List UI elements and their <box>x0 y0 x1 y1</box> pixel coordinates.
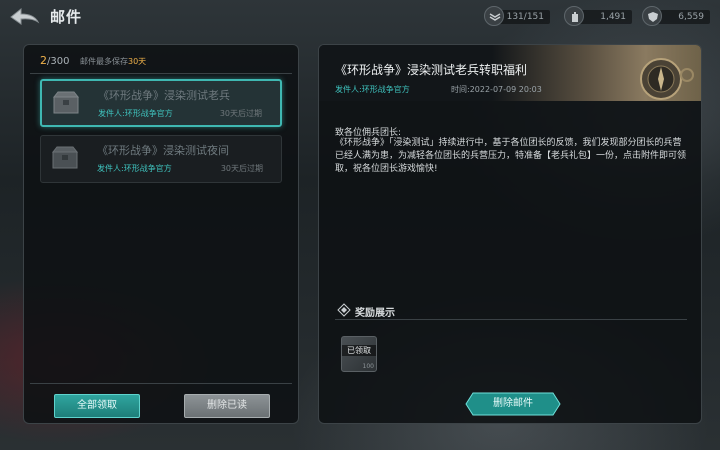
resource-shield-value: 6,559 <box>678 12 704 22</box>
mail-sender: 发件人:环形战争官方 <box>98 109 173 118</box>
back-button[interactable] <box>8 6 42 28</box>
delete-mail-label: 删除邮件 <box>493 398 533 409</box>
divider <box>30 383 292 384</box>
keep-prefix: 邮件最多保存 <box>80 57 128 66</box>
delete-read-button[interactable]: 删除已读 <box>184 394 270 418</box>
mail-detail-time: 时间:2022-07-09 20:03 <box>451 85 542 94</box>
rank-icon <box>484 6 504 26</box>
divider <box>30 73 292 74</box>
chest-icon <box>52 91 80 114</box>
mail-sender: 发件人:环形战争官方 <box>97 164 172 173</box>
resource-rank: 131/151 <box>484 6 550 26</box>
mail-expiry: 30天后过期 <box>220 164 263 173</box>
mail-detail-title: 《环形战争》浸染测试老兵转职福利 <box>335 63 528 77</box>
mail-body: 《环形战争》「浸染测试」持续进行中，基于各位团长的反馈，我们发现部分团长的兵营已… <box>335 138 687 174</box>
mail-list-panel: 2/300 邮件最多保存30天 《环形战争》浸染测试老兵 发件人:环形战争官方 … <box>23 44 299 424</box>
mail-keep-note: 邮件最多保存30天 <box>80 56 146 67</box>
shield-icon <box>642 6 662 26</box>
resource-rank-value: 131/151 <box>506 12 544 22</box>
resource-tower: 1,491 <box>564 6 632 26</box>
back-arrow-icon <box>10 7 40 25</box>
reward-quantity: 100 <box>362 363 374 370</box>
compass-icon <box>640 58 694 100</box>
mail-detail-panel: 《环形战争》浸染测试老兵转职福利 发件人:环形战争官方 时间:2022-07-0… <box>318 44 702 424</box>
resource-shield: 6,559 <box>642 6 710 26</box>
mail-count-total: /300 <box>47 56 70 67</box>
tower-icon <box>564 6 584 26</box>
mail-item-2[interactable]: 《环形战争》浸染测试夜间 发件人:环形战争官方 30天后过期 <box>40 135 282 183</box>
reward-item[interactable]: 已领取 100 <box>341 336 377 372</box>
claim-all-button[interactable]: 全部领取 <box>54 394 140 418</box>
diamond-icon <box>337 303 351 317</box>
mail-item-1[interactable]: 《环形战争》浸染测试老兵 发件人:环形战争官方 30天后过期 <box>40 79 282 127</box>
divider <box>335 319 687 320</box>
mail-expiry: 30天后过期 <box>219 109 262 118</box>
delete-mail-button[interactable]: 删除邮件 <box>465 392 561 416</box>
mail-count: 2/300 <box>40 54 69 67</box>
mail-count-current: 2 <box>40 54 47 67</box>
mail-title: 《环形战争》浸染测试老兵 <box>98 89 230 102</box>
chest-icon <box>51 146 79 169</box>
top-bar: 邮件 131/151 1,491 6,559 <box>0 0 720 34</box>
reward-title: 奖励展示 <box>355 308 395 319</box>
resource-tower-value: 1,491 <box>600 12 626 22</box>
mail-title: 《环形战争》浸染测试夜间 <box>97 144 229 157</box>
page-title: 邮件 <box>50 8 83 26</box>
keep-days: 30天 <box>128 57 147 66</box>
mail-detail-sender: 发件人:环形战争官方 <box>335 85 410 94</box>
reward-claimed-label: 已领取 <box>342 345 376 356</box>
